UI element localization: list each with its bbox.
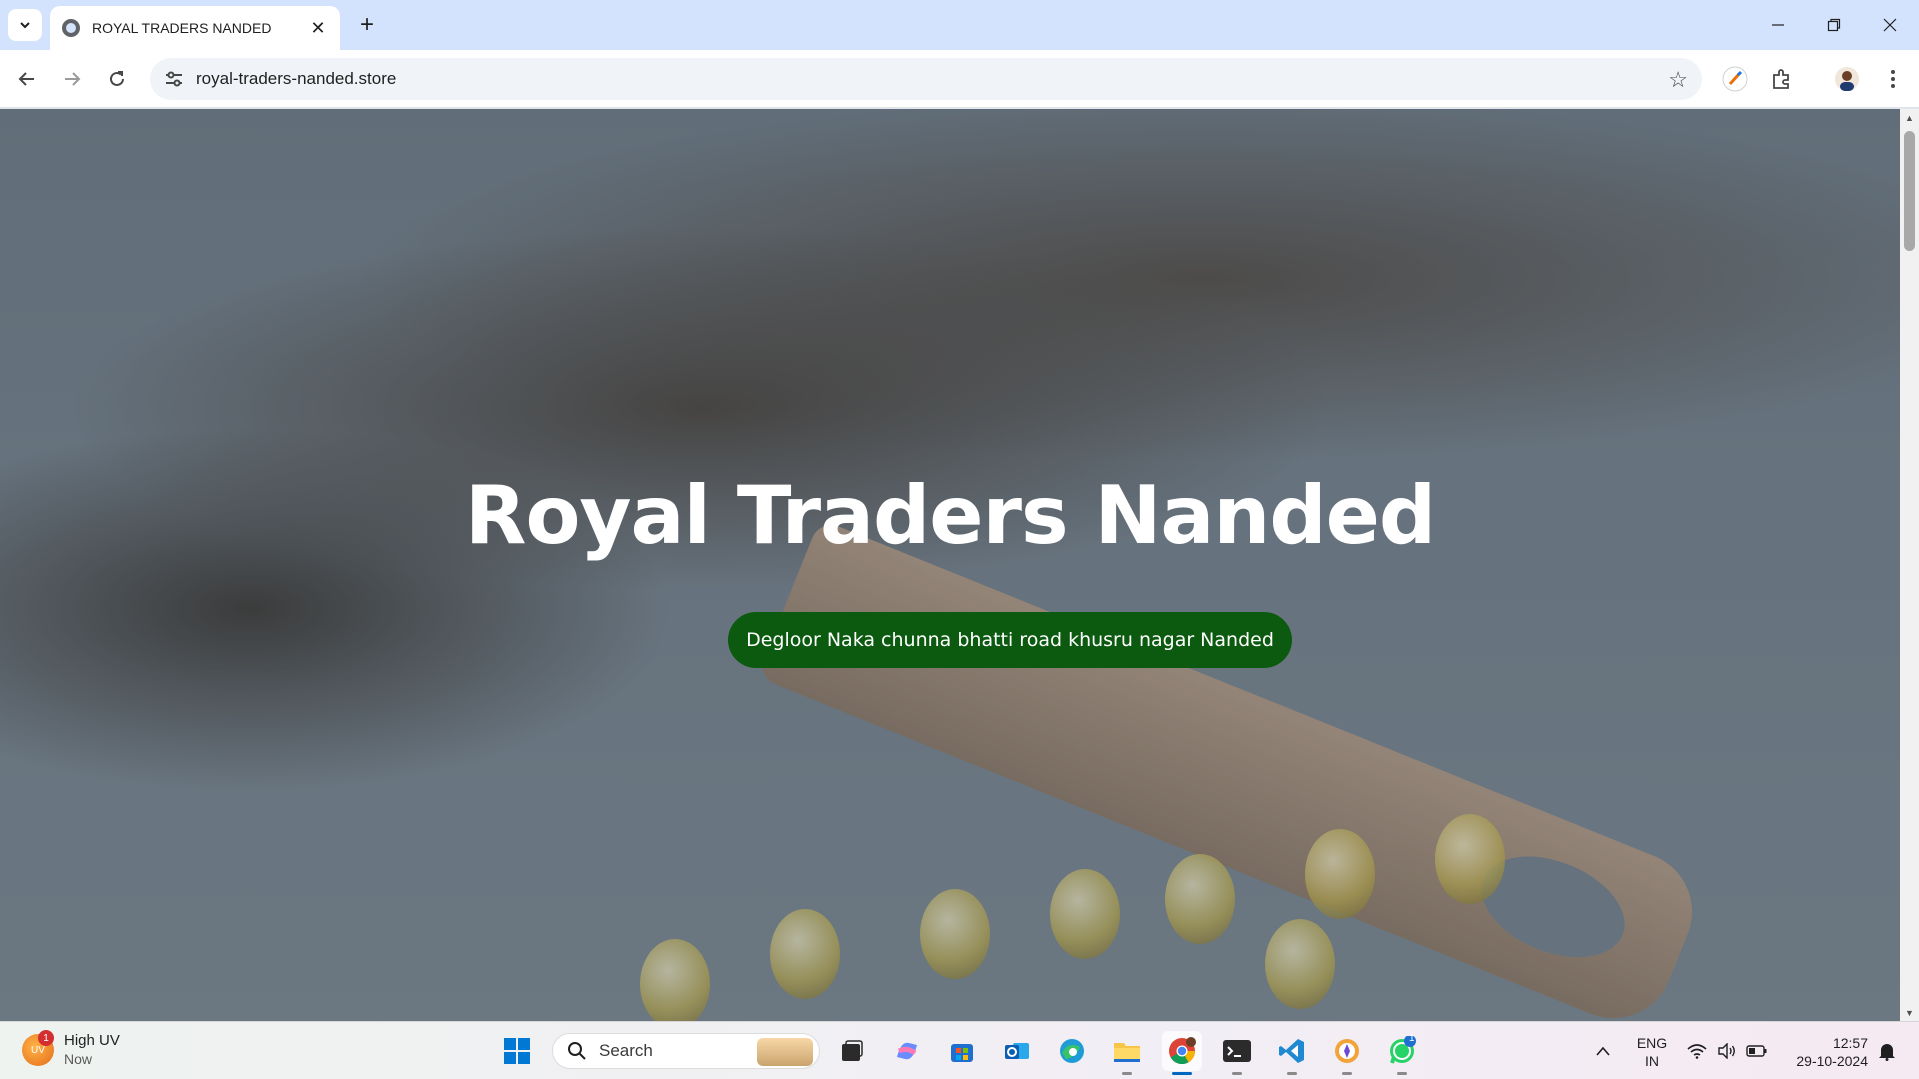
- search-highlight-image: [757, 1038, 813, 1066]
- store-icon: [951, 1044, 973, 1062]
- profile-button[interactable]: [1830, 62, 1864, 96]
- outlook-icon: [1005, 1043, 1029, 1059]
- wifi-status[interactable]: [1684, 1022, 1710, 1079]
- restore-icon: [1827, 18, 1841, 32]
- scroll-thumb[interactable]: [1904, 131, 1915, 251]
- vscode-icon: [1279, 1039, 1304, 1063]
- more-icon: [1891, 70, 1895, 88]
- extensions-icon: [1773, 69, 1789, 89]
- file-explorer-icon: [1114, 1043, 1140, 1062]
- chrome-icon: [1169, 1037, 1196, 1065]
- hero-section: Royal Traders Nanded Degloor Naka chunna…: [0, 109, 1900, 1021]
- weather-title: High UV: [64, 1032, 120, 1049]
- address-bar[interactable]: royal-traders-nanded.store ☆: [150, 58, 1702, 100]
- site-info-button[interactable]: [154, 58, 194, 100]
- task-view-button[interactable]: [832, 1031, 872, 1071]
- window-close-button[interactable]: [1862, 0, 1918, 50]
- file-explorer-button[interactable]: [1107, 1031, 1147, 1075]
- terminal-icon: [1223, 1040, 1251, 1062]
- wifi-icon: [1687, 1044, 1707, 1059]
- taskbar-search[interactable]: Search: [552, 1033, 820, 1069]
- language-code: ENG: [1636, 1035, 1668, 1051]
- region-code: IN: [1645, 1053, 1659, 1069]
- paint-icon: [1722, 66, 1748, 92]
- close-icon[interactable]: ✕: [308, 18, 328, 39]
- browser-tab[interactable]: ROYAL TRADERS NANDED ✕: [50, 6, 340, 50]
- edge-button[interactable]: [1052, 1031, 1092, 1071]
- edge-icon: [1060, 1039, 1084, 1063]
- whatsapp-button[interactable]: 1: [1382, 1031, 1422, 1075]
- hero-overlay: [0, 109, 1900, 1021]
- outlook-button[interactable]: [997, 1031, 1037, 1071]
- url-text[interactable]: royal-traders-nanded.store: [196, 69, 396, 89]
- battery-status[interactable]: [1744, 1022, 1770, 1079]
- terminal-button[interactable]: [1217, 1031, 1257, 1075]
- search-icon: [568, 1042, 586, 1060]
- taskbar: UV 1 High UV Now Search 1 ENG IN 12:57 2…: [0, 1021, 1919, 1079]
- language-indicator[interactable]: ENG IN: [1634, 1034, 1670, 1070]
- page-scrollbar[interactable]: ▲ ▼: [1900, 109, 1919, 1021]
- weather-widget[interactable]: UV 1 High UV Now: [22, 1030, 120, 1068]
- star-icon[interactable]: ☆: [1668, 67, 1688, 93]
- forward-icon: [65, 72, 81, 86]
- avatar: [1835, 67, 1859, 91]
- chevron-up-icon: [1596, 1046, 1610, 1056]
- notification-center-button[interactable]: [1872, 1022, 1902, 1079]
- app-button[interactable]: [1327, 1031, 1367, 1075]
- scroll-down-icon[interactable]: ▼: [1900, 1004, 1919, 1021]
- copilot-icon: [897, 1042, 917, 1060]
- task-view-icon: [842, 1040, 863, 1061]
- search-label: Search: [599, 1041, 653, 1060]
- tab-title: ROYAL TRADERS NANDED: [92, 20, 272, 36]
- address-button[interactable]: Degloor Naka chunna bhatti road khusru n…: [728, 612, 1292, 668]
- minimize-icon: [1772, 24, 1784, 26]
- reload-icon: [110, 71, 124, 86]
- notification-icon: [1879, 1044, 1895, 1061]
- back-icon: [18, 72, 34, 86]
- whatsapp-badge: 1: [1409, 1033, 1415, 1044]
- paint-button[interactable]: [1718, 62, 1752, 96]
- clock[interactable]: 12:57 29-10-2024: [1782, 1034, 1868, 1070]
- uv-icon: UV 1: [22, 1030, 54, 1066]
- browser-toolbar: royal-traders-nanded.store ☆: [0, 50, 1919, 108]
- battery-icon: [1746, 1045, 1767, 1057]
- forward-button[interactable]: [55, 62, 89, 96]
- window-close-icon: [1883, 18, 1897, 32]
- vscode-button[interactable]: [1272, 1031, 1312, 1075]
- back-button[interactable]: [10, 62, 44, 96]
- clock-time: 12:57: [1832, 1035, 1868, 1051]
- minimize-button[interactable]: [1750, 0, 1806, 50]
- globe-icon: [62, 19, 80, 37]
- clock-date: 29-10-2024: [1796, 1053, 1868, 1069]
- hero-title: Royal Traders Nanded: [464, 469, 1436, 562]
- weather-badge: 1: [38, 1030, 54, 1046]
- store-button[interactable]: [942, 1031, 982, 1071]
- site-info-icon: [166, 71, 182, 87]
- windows-start-icon: [504, 1038, 530, 1064]
- copilot-button[interactable]: [887, 1031, 927, 1071]
- menu-button[interactable]: [1876, 62, 1910, 96]
- volume-status[interactable]: [1714, 1022, 1740, 1079]
- start-button[interactable]: [497, 1031, 537, 1071]
- tab-search-icon: [20, 22, 30, 29]
- scroll-up-icon[interactable]: ▲: [1900, 109, 1919, 126]
- restore-button[interactable]: [1806, 0, 1862, 50]
- new-tab-button[interactable]: +: [352, 10, 382, 40]
- volume-icon: [1718, 1043, 1735, 1059]
- chrome-button[interactable]: [1162, 1031, 1202, 1075]
- extensions-button[interactable]: [1764, 62, 1798, 96]
- app-icon: [1335, 1039, 1359, 1063]
- weather-subtitle: Now: [64, 1051, 93, 1067]
- reload-button[interactable]: [100, 62, 134, 96]
- tab-search-button[interactable]: [8, 9, 42, 41]
- plus-icon: +: [359, 11, 374, 38]
- hidden-icons-button[interactable]: [1588, 1022, 1618, 1079]
- tab-strip: ROYAL TRADERS NANDED ✕ +: [0, 0, 1919, 50]
